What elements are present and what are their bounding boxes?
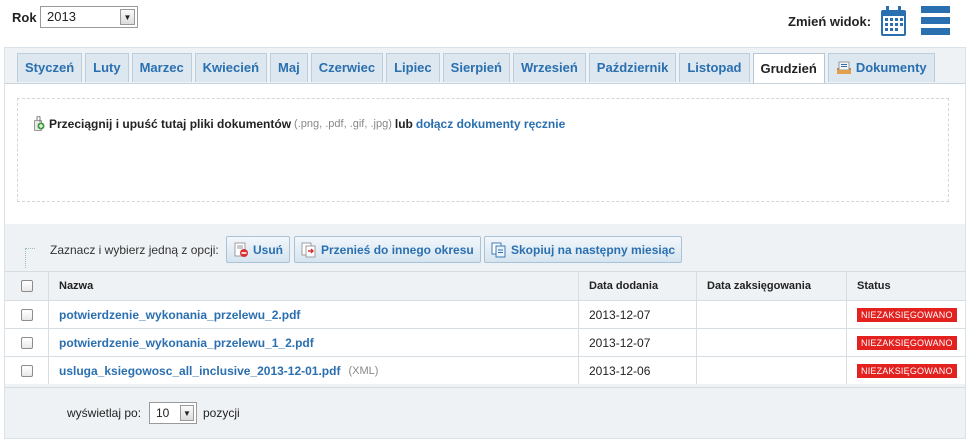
table-row: usluga_ksiegowosc_all_inclusive_2013-12-… xyxy=(5,356,965,384)
documents-table: Nazwa Data dodania Data zaksięgowania St… xyxy=(5,271,965,384)
date-booked xyxy=(697,329,847,356)
table-header: Nazwa Data dodania Data zaksięgowania St… xyxy=(5,271,965,300)
date-booked xyxy=(697,357,847,384)
file-name-link[interactable]: usluga_ksiegowosc_all_inclusive_2013-12-… xyxy=(59,364,340,378)
header-status[interactable]: Status xyxy=(847,272,965,300)
pagination-footer: wyświetlaj po: 10 ▼ pozycji xyxy=(5,387,965,439)
tab-styczen[interactable]: Styczeń xyxy=(17,53,83,82)
year-select[interactable]: 2013 ▼ xyxy=(40,6,138,28)
tab-czerwiec[interactable]: Czerwiec xyxy=(310,53,384,82)
tab-luty[interactable]: Luty xyxy=(85,53,129,82)
header-date-booked[interactable]: Data zaksięgowania xyxy=(697,272,847,300)
move-period-button[interactable]: Przenieś do innego okresu xyxy=(294,236,481,263)
tab-pazdziernik[interactable]: Październik xyxy=(588,53,677,82)
bulk-actions-label: Zaznacz i wybierz jedną z opcji: xyxy=(50,243,219,257)
status-badge: NIEZAKSIĘGOWANO xyxy=(857,307,957,322)
date-booked xyxy=(697,301,847,328)
attachment-icon xyxy=(34,116,45,131)
row-checkbox[interactable] xyxy=(20,308,33,321)
calendar-icon[interactable] xyxy=(880,6,907,37)
file-name-link[interactable]: potwierdzenie_wykonania_przelewu_1_2.pdf xyxy=(59,336,314,350)
file-dropzone[interactable]: Przeciągnij i upuść tutaj pliki dokument… xyxy=(17,98,949,202)
tab-kwiecien[interactable]: Kwiecień xyxy=(194,53,268,82)
documents-icon xyxy=(836,61,851,74)
status-badge: NIEZAKSIĘGOWANO xyxy=(857,335,957,350)
month-tabs: Styczeń Luty Marzec Kwiecień Maj Czerwie… xyxy=(17,53,938,84)
delete-button[interactable]: Usuń xyxy=(226,236,290,263)
tab-marzec[interactable]: Marzec xyxy=(131,53,192,82)
table-row: potwierdzenie_wykonania_przelewu_2.pdf 2… xyxy=(5,300,965,328)
list-view-icon[interactable] xyxy=(921,4,950,37)
tab-lipiec[interactable]: Lipiec xyxy=(386,53,440,82)
move-icon xyxy=(301,242,316,257)
table-row: potwierdzenie_wykonania_przelewu_1_2.pdf… xyxy=(5,328,965,356)
chevron-down-icon: ▼ xyxy=(180,405,194,421)
copy-next-month-button[interactable]: Skopiuj na następny miesiąc xyxy=(484,236,683,263)
year-select-value: 2013 xyxy=(47,9,76,24)
header-date-added[interactable]: Data dodania xyxy=(579,272,697,300)
top-bar: Rok 2013 ▼ Zmień widok: xyxy=(0,0,970,44)
change-view-label: Zmień widok: xyxy=(788,14,872,29)
per-page-label: wyświetlaj po: xyxy=(67,406,142,420)
documents-panel: Styczeń Luty Marzec Kwiecień Maj Czerwie… xyxy=(4,47,966,439)
date-added: 2013-12-07 xyxy=(579,329,697,356)
date-added: 2013-12-06 xyxy=(579,357,697,384)
attach-manually-link[interactable]: dołącz dokumenty ręcznie xyxy=(416,117,565,131)
file-name-link[interactable]: potwierdzenie_wykonania_przelewu_2.pdf xyxy=(59,308,300,322)
select-all-checkbox[interactable] xyxy=(20,280,33,292)
row-checkbox[interactable] xyxy=(20,336,33,349)
file-format-tag: (XML) xyxy=(348,364,379,377)
status-badge: NIEZAKSIĘGOWANO xyxy=(857,363,957,378)
dropzone-or: lub xyxy=(394,117,413,131)
dropzone-instruction: Przeciągnij i upuść tutaj pliki dokument… xyxy=(49,117,292,131)
tab-grudzien[interactable]: Grudzień xyxy=(752,53,825,84)
dropzone-extensions: (.png, .pdf, .gif, .jpg) xyxy=(294,118,392,130)
per-page-value: 10 xyxy=(156,406,170,420)
row-checkbox[interactable] xyxy=(20,364,33,377)
header-name[interactable]: Nazwa xyxy=(49,272,579,300)
delete-icon xyxy=(234,242,248,257)
per-page-suffix: pozycji xyxy=(203,406,240,420)
tab-maj[interactable]: Maj xyxy=(270,53,308,82)
tab-dokumenty[interactable]: Dokumenty xyxy=(827,53,935,82)
tab-listopad[interactable]: Listopad xyxy=(679,53,750,82)
copy-icon xyxy=(491,242,506,257)
tab-sierpien[interactable]: Sierpień xyxy=(442,53,510,82)
tab-content: Przeciągnij i upuść tutaj pliki dokument… xyxy=(5,83,965,224)
date-added: 2013-12-07 xyxy=(579,301,697,328)
tree-connector xyxy=(25,248,35,268)
tab-wrzesien[interactable]: Wrzesień xyxy=(512,53,586,82)
chevron-down-icon: ▼ xyxy=(120,9,135,25)
dropzone-text: Przeciągnij i upuść tutaj pliki dokument… xyxy=(32,116,565,132)
year-label: Rok xyxy=(12,10,37,25)
per-page-select[interactable]: 10 ▼ xyxy=(149,402,197,424)
bulk-actions-bar: Zaznacz i wybierz jedną z opcji: Usuń Pr… xyxy=(5,232,965,266)
